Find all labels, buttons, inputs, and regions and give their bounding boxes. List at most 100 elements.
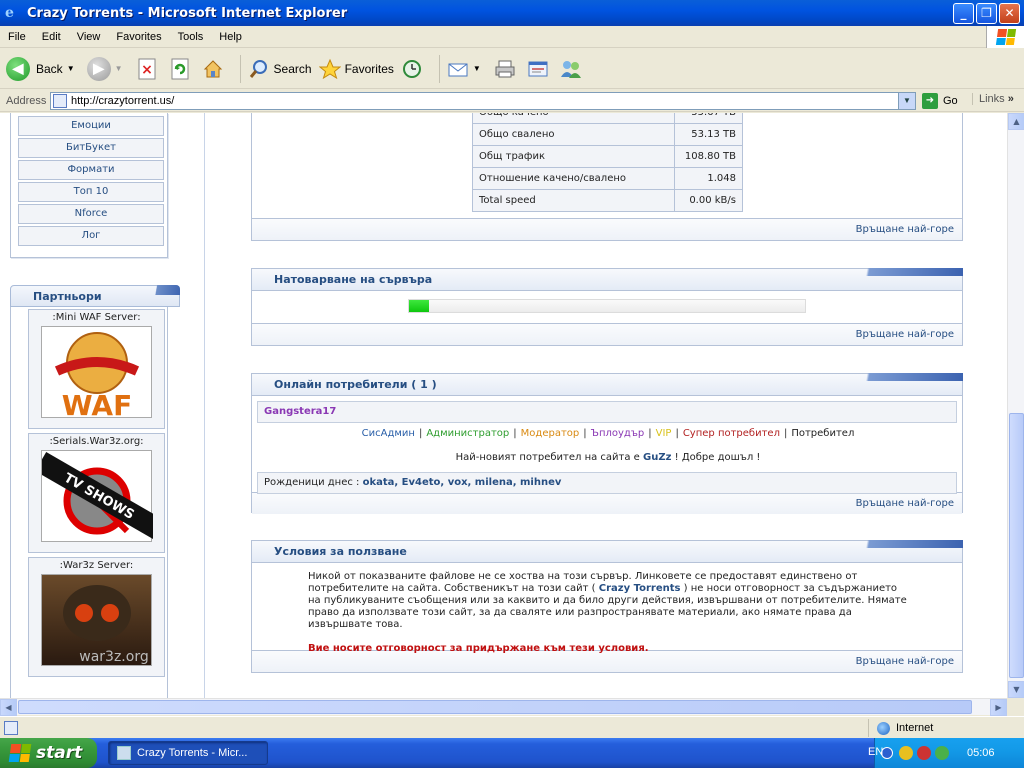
- search-button[interactable]: Search: [247, 57, 312, 81]
- war3z-logo-image[interactable]: war3z.org: [41, 574, 152, 666]
- nav-item-formats[interactable]: Формати: [18, 160, 164, 180]
- mail-icon: [446, 57, 470, 81]
- online-user-link[interactable]: Gangstera17: [257, 401, 957, 423]
- terms-warning: Вие носите отговорност за придържане към…: [308, 643, 649, 654]
- favorites-label: Favorites: [344, 61, 394, 76]
- nav-item-log[interactable]: Лог: [18, 226, 164, 246]
- terms-title: Условия за ползване: [252, 540, 963, 563]
- partner-card-war3z[interactable]: :War3z Server: war3z.org: [28, 557, 165, 677]
- partner-card-serials[interactable]: :Serials.War3z.org: TV SHOWS: [28, 433, 168, 553]
- scroll-thumb[interactable]: [1009, 413, 1024, 678]
- table-row: Общ трафик 108.80 TB: [472, 145, 743, 168]
- go-arrow-icon: ➜: [922, 93, 938, 109]
- vertical-scrollbar[interactable]: ▲ ▼: [1007, 113, 1024, 698]
- favorites-star-icon: [318, 57, 342, 81]
- stat-label: Общо свалено: [472, 123, 675, 146]
- refresh-button[interactable]: [168, 57, 195, 81]
- nav-item-emotions[interactable]: Емоции: [18, 116, 164, 136]
- address-bar: Address http://crazytorrent.us/ ▼ ➜ Go L…: [0, 90, 1024, 112]
- birthdays-list[interactable]: okata, Ev4eto, vox, milena, mihnev: [363, 477, 562, 488]
- close-button[interactable]: ✕: [999, 3, 1020, 24]
- taskbar-item-ie[interactable]: Crazy Torrents - Micr...: [108, 741, 268, 765]
- security-zone: Internet: [868, 719, 933, 737]
- minimize-button[interactable]: _: [953, 3, 974, 24]
- partner-card-waf[interactable]: :Mini WAF Server: WAF: [28, 309, 165, 429]
- messenger-button[interactable]: [559, 57, 586, 81]
- scroll-down-icon[interactable]: ▼: [1008, 681, 1024, 698]
- mail-button[interactable]: ▼: [446, 57, 487, 81]
- forward-arrow-icon: ▶: [86, 56, 111, 81]
- legend-item: Потребител: [791, 428, 855, 439]
- nav-item-nforce[interactable]: Nforce: [18, 204, 164, 224]
- mail-dropdown-icon[interactable]: ▼: [473, 64, 481, 73]
- ie-task-icon: [117, 746, 131, 760]
- horizontal-scrollbar[interactable]: ◀ ▶: [0, 698, 1007, 716]
- menu-tools[interactable]: Tools: [170, 31, 212, 43]
- language-indicator[interactable]: EN: [868, 746, 883, 758]
- newest-user-link[interactable]: GuZz: [643, 452, 671, 463]
- links-button[interactable]: Links »: [972, 93, 1014, 105]
- restore-button[interactable]: ❐: [976, 3, 997, 24]
- back-to-top-link[interactable]: Връщане най-горе: [252, 323, 962, 345]
- stat-label: Total speed: [472, 189, 675, 212]
- newest-user-prefix: Най-новият потребител на сайта е: [455, 452, 640, 463]
- birthdays-label: Рожденици днес :: [264, 477, 360, 488]
- nav-item-bitbucket[interactable]: БитБукет: [18, 138, 164, 158]
- back-to-top-link[interactable]: Връщане най-горе: [252, 492, 962, 514]
- forward-button[interactable]: ▶ ▼: [86, 56, 129, 81]
- search-label: Search: [273, 61, 312, 76]
- address-input[interactable]: http://crazytorrent.us/ ▼: [50, 92, 916, 110]
- menu-edit[interactable]: Edit: [34, 31, 69, 43]
- address-url[interactable]: http://crazytorrent.us/: [71, 95, 174, 107]
- network-icon[interactable]: [917, 746, 931, 760]
- history-button[interactable]: [400, 57, 427, 81]
- waf-logo-image[interactable]: WAF: [41, 326, 152, 422]
- scroll-right-icon[interactable]: ▶: [990, 699, 1007, 716]
- back-button[interactable]: ◀ Back ▼: [6, 56, 81, 81]
- address-dropdown-icon[interactable]: ▼: [898, 93, 915, 109]
- legend-separator: |: [648, 428, 652, 439]
- partner-label: :Mini WAF Server:: [52, 312, 141, 323]
- stat-label: Общо качено: [472, 113, 675, 124]
- left-sidebar: Емоции БитБукет Формати Топ 10 Nforce Ло…: [0, 113, 205, 698]
- menu-view[interactable]: View: [69, 31, 109, 43]
- stop-button[interactable]: ×: [135, 57, 162, 81]
- messenger-tray-icon[interactable]: [935, 746, 949, 760]
- edit-button[interactable]: [526, 57, 553, 81]
- favorites-button[interactable]: Favorites: [318, 57, 394, 81]
- hscroll-thumb[interactable]: [18, 700, 972, 714]
- table-row: Отношение качено/свалено 1.048: [472, 167, 743, 190]
- nav-item-top10[interactable]: Топ 10: [18, 182, 164, 202]
- forward-dropdown-icon[interactable]: ▼: [115, 64, 123, 73]
- page-status-icon: [4, 720, 18, 735]
- back-dropdown-icon[interactable]: ▼: [67, 64, 75, 73]
- menu-help[interactable]: Help: [211, 31, 250, 43]
- back-to-top-link[interactable]: Връщане най-горе: [252, 218, 962, 240]
- clock[interactable]: 05:06: [967, 747, 995, 759]
- stat-label: Общ трафик: [472, 145, 675, 168]
- menu-file[interactable]: File: [0, 31, 34, 43]
- start-button[interactable]: start: [0, 738, 97, 768]
- go-label: Go: [943, 95, 958, 107]
- legend-item: Супер потребител: [682, 428, 780, 439]
- partners-box: Партньори :Mini WAF Server: WAF :Serials…: [10, 285, 180, 698]
- window-title-bar[interactable]: e Crazy Torrents - Microsoft Internet Ex…: [0, 0, 1024, 26]
- print-button[interactable]: [493, 57, 520, 81]
- online-users-title: Онлайн потребители ( 1 ): [252, 373, 963, 396]
- scroll-left-icon[interactable]: ◀: [0, 699, 17, 716]
- home-button[interactable]: [201, 57, 228, 81]
- scroll-up-icon[interactable]: ▲: [1008, 113, 1024, 130]
- messenger-icon: [559, 57, 583, 81]
- terms-text: Никой от показваните файлове не се хоств…: [308, 571, 908, 655]
- start-label: start: [36, 743, 83, 763]
- go-button[interactable]: ➜ Go: [922, 93, 958, 109]
- menu-favorites[interactable]: Favorites: [108, 31, 169, 43]
- legend-separator: |: [513, 428, 517, 439]
- table-row: Общо свалено 53.13 TB: [472, 123, 743, 146]
- stat-value: 55.67 TB: [674, 113, 743, 124]
- tvshows-logo-image[interactable]: TV SHOWS: [35, 450, 168, 542]
- newest-user-line: Най-новият потребител на сайта е GuZz ! …: [252, 452, 964, 463]
- security-shield-icon[interactable]: [899, 746, 913, 760]
- taskbar-item-label: Crazy Torrents - Micr...: [137, 747, 248, 759]
- nav-block: Емоции БитБукет Формати Топ 10 Nforce Ло…: [10, 113, 168, 258]
